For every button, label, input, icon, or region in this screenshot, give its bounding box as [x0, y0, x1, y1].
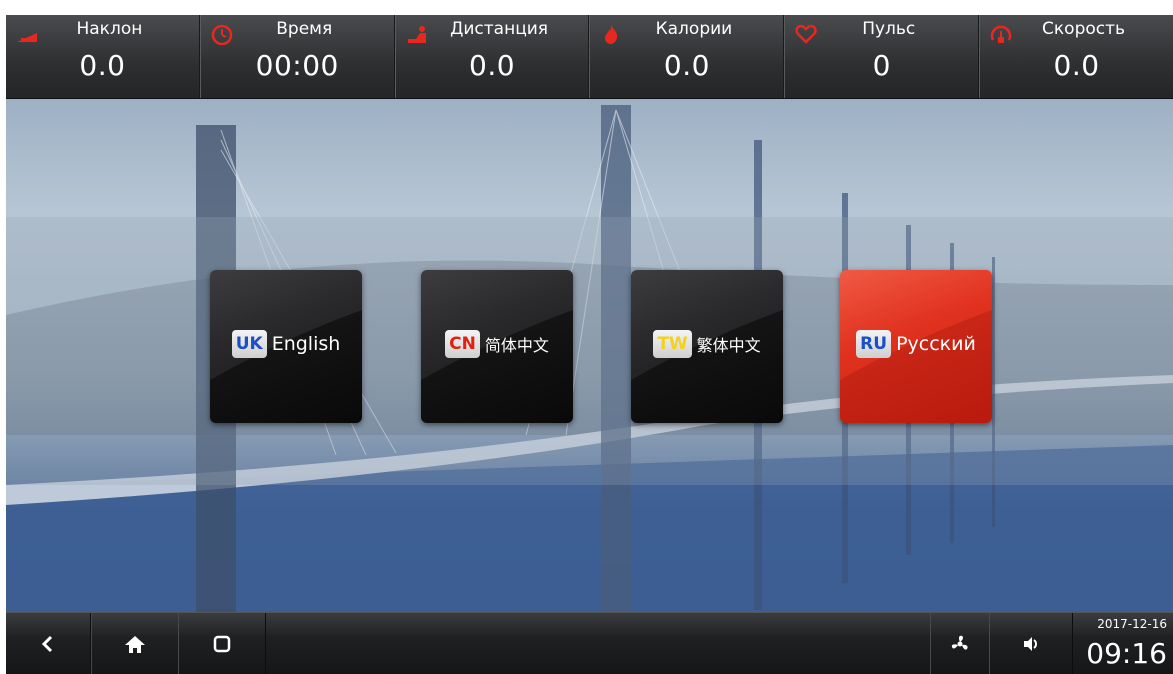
- language-button-russian[interactable]: RU Русский: [840, 270, 992, 423]
- language-name: 简体中文: [484, 336, 549, 355]
- language-code-badge: UK: [231, 330, 267, 358]
- recents-icon: [213, 635, 231, 653]
- stat-value: 0.0: [1053, 49, 1100, 82]
- stat-value: 0.0: [469, 49, 516, 82]
- recents-button[interactable]: [178, 613, 266, 674]
- stat-speed: Скорость 0.0: [979, 15, 1173, 98]
- stat-label: Калории: [655, 19, 733, 39]
- date-label: 2017-12-16: [1097, 617, 1167, 631]
- language-button-traditional-chinese[interactable]: TW 繁体中文: [631, 270, 783, 423]
- language-code-badge: RU: [856, 330, 892, 358]
- stat-calories: Калории 0.0: [589, 15, 785, 98]
- language-name: 繁体中文: [696, 336, 761, 355]
- volume-icon: [1024, 637, 1037, 651]
- home-icon: [125, 636, 145, 653]
- stat-value: 0: [872, 49, 891, 82]
- language-name: Русский: [896, 333, 976, 355]
- stat-incline: Наклон 0.0: [6, 15, 200, 98]
- time-label: 09:16: [1086, 637, 1167, 670]
- stat-label: Скорость: [1042, 19, 1126, 39]
- stat-label: Пульс: [862, 19, 916, 39]
- volume-button[interactable]: [989, 613, 1073, 674]
- language-button-simplified-chinese[interactable]: CN 简体中文: [421, 270, 573, 423]
- stat-label: Дистанция: [450, 19, 549, 39]
- home-button[interactable]: [91, 613, 179, 674]
- stat-time: Время 00:00: [199, 15, 395, 98]
- workout-stats-bar: Наклон 0.0 Время 00:00 Дистанция 0.0 Кал…: [6, 15, 1173, 99]
- stat-pulse: Пульс 0: [784, 15, 980, 98]
- fan-button[interactable]: [930, 613, 990, 674]
- system-navigation-bar: 2017-12-16 09:16: [6, 612, 1173, 674]
- language-button-english[interactable]: UK English: [210, 270, 362, 423]
- back-button[interactable]: [6, 613, 91, 674]
- back-icon: [41, 635, 53, 653]
- status-clock: 2017-12-16 09:16: [1073, 613, 1173, 674]
- stat-value: 0.0: [663, 49, 710, 82]
- language-name: English: [271, 333, 341, 355]
- language-code-badge: CN: [445, 330, 480, 358]
- stat-value: 0.0: [79, 49, 126, 82]
- stat-label: Наклон: [76, 19, 143, 39]
- fan-icon: [951, 635, 968, 650]
- stat-value: 00:00: [255, 49, 339, 82]
- stat-label: Время: [276, 19, 333, 39]
- stat-distance: Дистанция 0.0: [394, 15, 590, 98]
- language-selection-band: [6, 217, 1173, 485]
- language-code-badge: TW: [653, 330, 692, 358]
- treadmill-screen: Наклон 0.0 Время 00:00 Дистанция 0.0 Кал…: [6, 15, 1173, 674]
